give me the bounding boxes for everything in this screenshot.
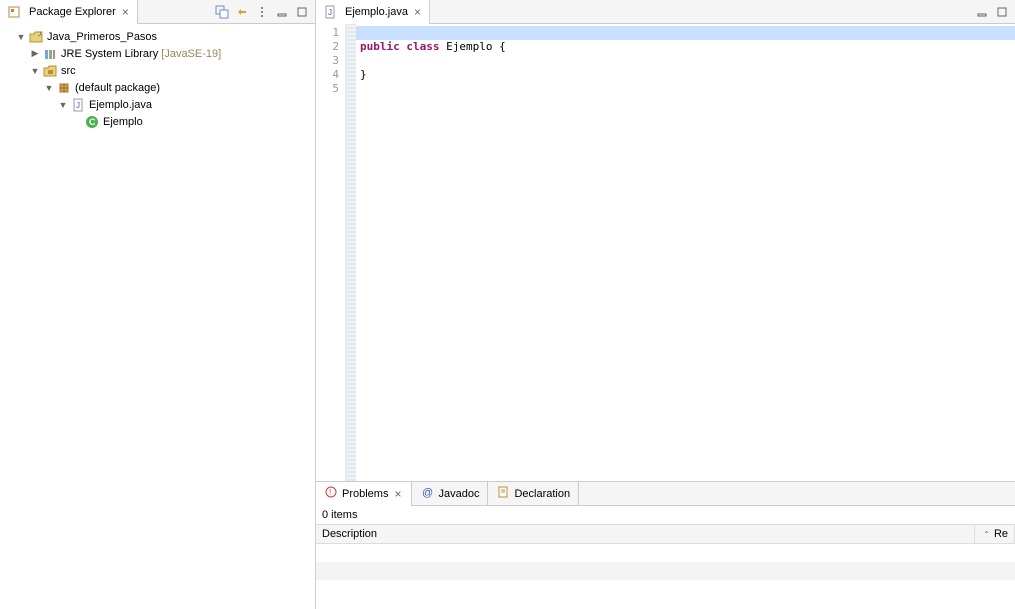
package-explorer-tab[interactable]: Package Explorer × [0, 0, 138, 24]
class-icon: C [84, 114, 100, 130]
close-icon[interactable]: × [120, 5, 131, 19]
package-explorer-view: Package Explorer × ▼ J Java_Primeros_Pas… [0, 0, 316, 609]
svg-text:@: @ [422, 487, 433, 499]
package-explorer-tree[interactable]: ▼ J Java_Primeros_Pasos ▶ JRE System Lib… [0, 24, 315, 609]
problems-table-header: Description ⌃Re [316, 524, 1015, 544]
problems-count: 0 items [316, 506, 1015, 524]
tab-javadoc[interactable]: @ Javadoc [412, 482, 488, 506]
cu-label: Ejemplo.java [89, 99, 152, 111]
current-line-highlight [356, 26, 1015, 40]
editor-tab[interactable]: J Ejemplo.java × [316, 0, 430, 24]
declaration-icon [496, 485, 510, 502]
package-explorer-icon [6, 4, 22, 20]
tree-class[interactable]: ▼ C Ejemplo [2, 113, 313, 130]
close-icon[interactable]: × [392, 487, 403, 501]
folding-ruler[interactable] [346, 24, 356, 481]
minimize-icon[interactable] [275, 5, 289, 19]
class-label: Ejemplo [103, 116, 143, 128]
library-icon [42, 46, 58, 62]
java-file-icon: J [322, 4, 338, 20]
svg-text:J: J [38, 32, 41, 38]
package-icon [56, 80, 72, 96]
maximize-icon[interactable] [295, 5, 309, 19]
project-label: Java_Primeros_Pasos [47, 31, 157, 43]
collapse-all-icon[interactable] [215, 5, 229, 19]
expander-right-icon[interactable]: ▶ [30, 49, 40, 59]
svg-text:!: ! [329, 488, 331, 497]
tab-declaration[interactable]: Declaration [488, 482, 579, 506]
tree-src-folder[interactable]: ▼ src [2, 62, 313, 79]
expander-down-icon[interactable]: ▼ [16, 32, 26, 42]
maximize-icon[interactable] [995, 5, 1009, 19]
default-package-label: (default package) [75, 82, 160, 94]
editor-tabs: J Ejemplo.java × [316, 0, 1015, 24]
tree-default-package[interactable]: ▼ (default package) [2, 79, 313, 96]
tree-compilation-unit[interactable]: ▼ J Ejemplo.java [2, 96, 313, 113]
svg-text:J: J [76, 101, 80, 110]
link-editor-icon[interactable] [235, 5, 249, 19]
expander-down-icon[interactable]: ▼ [44, 83, 54, 93]
editor-area: J Ejemplo.java × 1 2 3 4 5 [316, 0, 1015, 481]
java-file-icon: J [70, 97, 86, 113]
svg-text:C: C [89, 117, 96, 127]
problems-icon: ! [324, 485, 338, 502]
minimize-icon[interactable] [975, 5, 989, 19]
expander-down-icon[interactable]: ▼ [30, 66, 40, 76]
src-label: src [61, 65, 76, 77]
column-description[interactable]: Description [316, 525, 975, 543]
source-folder-icon [42, 63, 58, 79]
sort-asc-icon: ⌃ [983, 530, 990, 539]
code-content[interactable]: public class Ejemplo { } [356, 24, 1015, 481]
column-resource[interactable]: ⌃Re [975, 525, 1015, 543]
close-icon[interactable]: × [412, 5, 423, 19]
svg-text:J: J [328, 8, 332, 17]
table-row [316, 562, 1015, 580]
package-explorer-title: Package Explorer [29, 6, 116, 18]
table-row [316, 580, 1015, 598]
tab-problems[interactable]: ! Problems × [316, 482, 412, 506]
editor-tab-title: Ejemplo.java [345, 6, 408, 18]
javadoc-icon: @ [420, 485, 434, 502]
table-row [316, 544, 1015, 562]
problems-table-body[interactable] [316, 544, 1015, 609]
tree-jre-library[interactable]: ▶ JRE System Library [JavaSE-19] [2, 45, 313, 62]
expander-down-icon[interactable]: ▼ [58, 100, 68, 110]
java-project-icon: J [28, 29, 44, 45]
bottom-panel: ! Problems × @ Javadoc Declaration 0 ite… [316, 481, 1015, 609]
package-explorer-header: Package Explorer × [0, 0, 315, 24]
bottom-tabs: ! Problems × @ Javadoc Declaration [316, 482, 1015, 506]
view-menu-icon[interactable] [255, 5, 269, 19]
jre-label: JRE System Library [JavaSE-19] [61, 48, 221, 60]
code-editor[interactable]: 1 2 3 4 5 public class Ejemplo { } [316, 24, 1015, 481]
tree-project[interactable]: ▼ J Java_Primeros_Pasos [2, 28, 313, 45]
line-number-gutter: 1 2 3 4 5 [316, 24, 346, 481]
